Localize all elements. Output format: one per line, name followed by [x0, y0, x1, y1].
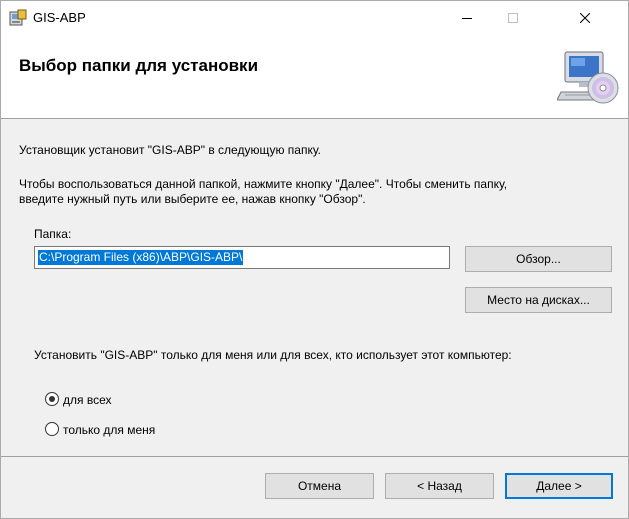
installer-app-icon [9, 9, 27, 26]
folder-path-value: C:\Program Files (x86)\ABP\GIS-ABP\ [38, 250, 244, 265]
instruction-text-1: Чтобы воспользоваться данной папкой, наж… [19, 177, 508, 191]
maximize-icon [508, 12, 518, 23]
instruction-text-2: введите нужный путь или выберите ее, наж… [19, 192, 366, 206]
folder-label: Папка: [34, 227, 72, 241]
back-button[interactable]: < Назад [385, 473, 494, 499]
radio-just-me[interactable] [45, 422, 59, 436]
radio-everyone-label[interactable]: для всех [63, 393, 112, 407]
page-title: Выбор папки для установки [19, 56, 259, 75]
title-bar[interactable]: GIS-ABP [1, 1, 628, 34]
content-panel: Установщик установит "GIS-ABP" в следующ… [1, 119, 628, 456]
install-scope-question: Установить "GIS-ABP" только для меня или… [34, 348, 512, 362]
maximize-button[interactable] [490, 1, 536, 34]
minimize-button[interactable] [444, 1, 490, 34]
close-button[interactable] [542, 1, 628, 34]
radio-everyone[interactable] [45, 392, 59, 406]
header-banner: Выбор папки для установки [1, 34, 628, 119]
browse-button[interactable]: Обзор... [465, 246, 612, 272]
installer-window: GIS-ABP Выбор папки для установки Устано… [0, 0, 629, 519]
window-title: GIS-ABP [33, 10, 86, 25]
radio-just-me-label[interactable]: только для меня [63, 423, 155, 437]
disk-cost-button[interactable]: Место на дисках... [465, 287, 612, 313]
cancel-button[interactable]: Отмена [265, 473, 374, 499]
folder-path-input[interactable]: C:\Program Files (x86)\ABP\GIS-ABP\ [34, 246, 450, 269]
computer-cd-icon [557, 51, 619, 104]
button-bar: Отмена < Назад Далее > [1, 456, 628, 518]
minimize-icon [462, 17, 472, 19]
next-button[interactable]: Далее > [505, 473, 613, 499]
close-icon [580, 12, 590, 23]
intro-text: Установщик установит "GIS-ABP" в следующ… [19, 143, 321, 157]
